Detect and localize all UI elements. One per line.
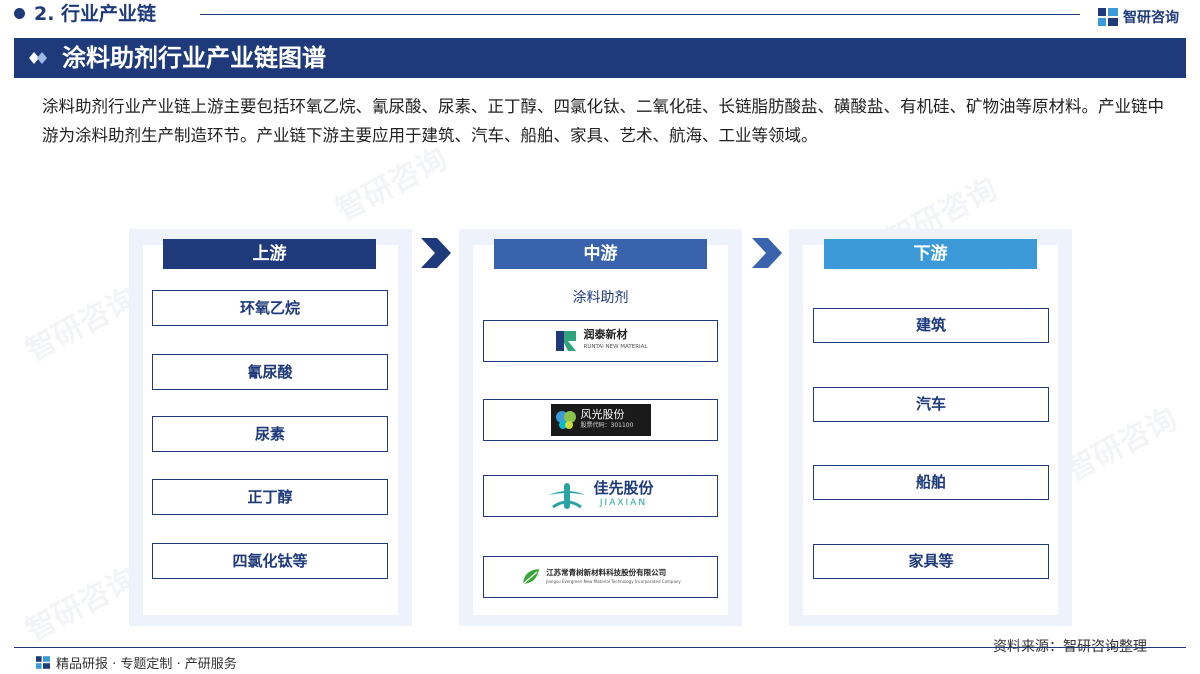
midstream-label: 涂料助剂 xyxy=(572,290,629,306)
company-subname: 股票代码：301100 xyxy=(580,422,634,429)
footer-rule xyxy=(14,647,1186,648)
company-name: 佳先股份 xyxy=(593,479,654,497)
upstream-header: 上游 xyxy=(163,239,376,269)
jiaxian-logo-icon xyxy=(549,483,586,509)
company-subname: RUNTAI NEW MATERIAL xyxy=(583,344,648,350)
watermark: 智研咨询 xyxy=(20,281,143,369)
diamond-icon xyxy=(29,52,47,64)
upstream-item: 四氯化钛等 xyxy=(152,543,388,579)
upstream-item: 氰尿酸 xyxy=(152,354,388,390)
runtai-logo-icon xyxy=(555,331,576,351)
source-note: 资料来源：智研咨询整理 xyxy=(993,639,1147,655)
watermark: 智研咨询 xyxy=(1060,401,1183,489)
downstream-item: 建筑 xyxy=(813,308,1049,343)
brand-logo: 智研咨询 xyxy=(1098,6,1179,28)
upstream-item: 环氧乙烷 xyxy=(152,290,388,326)
company-name: 润泰新材 xyxy=(583,328,628,341)
downstream-item: 家具等 xyxy=(813,544,1049,579)
upstream-item: 正丁醇 xyxy=(152,479,388,515)
downstream-item: 汽车 xyxy=(813,387,1049,422)
upstream-item: 尿素 xyxy=(152,416,388,452)
chevron-right-icon xyxy=(421,238,451,268)
company-name: 江苏常青树新材料科技股份有限公司 xyxy=(546,568,667,577)
footer-tagline: 精品研报 · 专题定制 · 产研服务 xyxy=(56,657,237,672)
company-subname: JIAXIAN xyxy=(599,498,648,508)
header-rule xyxy=(200,14,1080,15)
butterfly-icon xyxy=(555,411,576,429)
description-text: 涂料助剂行业产业链上游主要包括环氧乙烷、氰尿酸、尿素、正丁醇、四氯化钛、二氧化硅… xyxy=(42,97,1164,145)
company-subname: Jiangsu Evergreen New Material Technolog… xyxy=(546,579,681,584)
downstream-header: 下游 xyxy=(824,239,1037,269)
company-logo-evergreen: 江苏常青树新材料科技股份有限公司 Jiangsu Evergreen New M… xyxy=(483,556,718,598)
company-name: 风光股份 xyxy=(580,408,625,421)
company-logo-jiaxian: 佳先股份 JIAXIAN xyxy=(483,475,718,517)
section-bullet xyxy=(14,8,25,19)
brand-icon xyxy=(1098,8,1118,26)
downstream-item: 船舶 xyxy=(813,465,1049,500)
brand-name: 智研咨询 xyxy=(1123,10,1179,26)
banner-title: 涂料助剂行业产业链图谱 xyxy=(62,44,326,72)
watermark: 智研咨询 xyxy=(20,561,143,649)
chevron-right-icon xyxy=(752,238,782,268)
section-title: 2. 行业产业链 xyxy=(34,3,157,25)
footer-tagline-group: 精品研报 · 专题定制 · 产研服务 xyxy=(36,653,237,672)
midstream-header: 中游 xyxy=(494,239,707,269)
company-logo-fengguang: 风光股份 股票代码：301100 xyxy=(483,399,718,441)
leaf-icon xyxy=(522,569,540,585)
company-logo-runtai: 润泰新材 RUNTAI NEW MATERIAL xyxy=(483,320,718,362)
fengguang-logo-plate: 风光股份 股票代码：301100 xyxy=(550,404,651,436)
brand-icon xyxy=(36,656,50,669)
